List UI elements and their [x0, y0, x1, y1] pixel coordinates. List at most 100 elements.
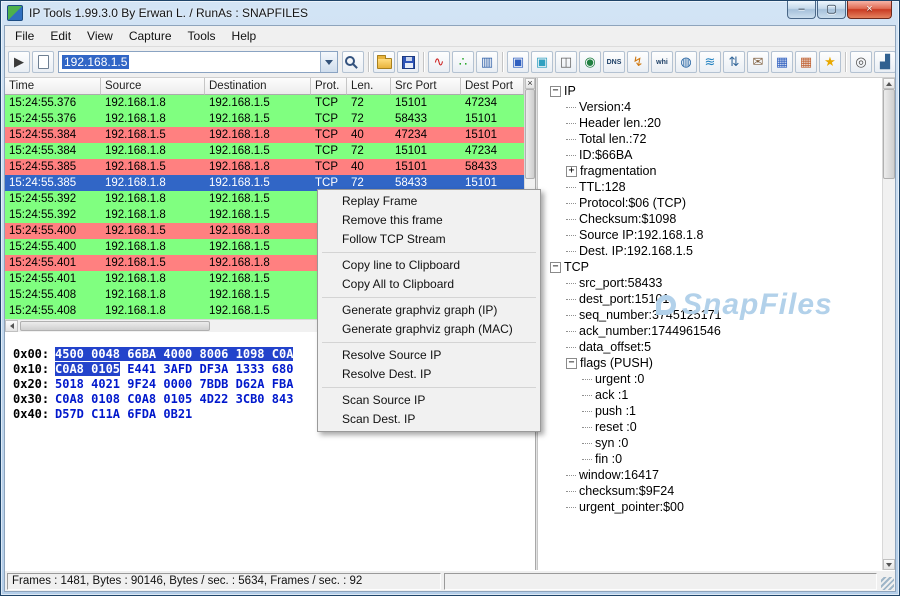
tree-node[interactable]: −IP	[542, 83, 880, 99]
table-blue-button[interactable]: ▦	[771, 51, 793, 73]
flash-button[interactable]: ↯	[627, 51, 649, 73]
column-header-dest-port[interactable]: Dest Port	[461, 78, 524, 95]
maximize-button[interactable]: ▢	[817, 1, 846, 19]
ping-button[interactable]: ≋	[699, 51, 721, 73]
tree-expand-icon[interactable]: +	[566, 166, 577, 177]
tree-node[interactable]: TTL:128	[542, 179, 880, 195]
tree-vscrollbar[interactable]	[882, 78, 895, 570]
tree-vscroll-thumb[interactable]	[883, 89, 895, 179]
column-header-len[interactable]: Len.	[347, 78, 391, 95]
combo-dropdown-button[interactable]	[320, 52, 337, 72]
context-menu-item-scan-dest-ip[interactable]: Scan Dest. IP	[320, 410, 538, 429]
target-address-input[interactable]: 192.168.1.5	[59, 52, 320, 72]
tree-node[interactable]: push :1	[542, 403, 880, 419]
local-host-button[interactable]: ▣	[507, 51, 529, 73]
scatter-chart-button[interactable]: ∴	[452, 51, 474, 73]
tree-node[interactable]: dest_port:15101	[542, 291, 880, 307]
context-menu-item-scan-source-ip[interactable]: Scan Source IP	[320, 391, 538, 410]
table-orange-button[interactable]: ▦	[795, 51, 817, 73]
menu-item-help[interactable]: Help	[224, 27, 265, 45]
web-button[interactable]: ◍	[675, 51, 697, 73]
save-file-button[interactable]	[397, 51, 419, 73]
menu-item-file[interactable]: File	[7, 27, 42, 45]
adapter-button[interactable]: ◫	[555, 51, 577, 73]
tree-node[interactable]: ID:$66BA	[542, 147, 880, 163]
context-menu-item-generate-graphviz-graph-mac[interactable]: Generate graphviz graph (MAC)	[320, 320, 538, 339]
tree-scroll-down-button[interactable]	[883, 559, 895, 570]
tree-node[interactable]: Header len.:20	[542, 115, 880, 131]
tree-node[interactable]: Total len.:72	[542, 131, 880, 147]
tree-node[interactable]: urgent_pointer:$00	[542, 499, 880, 515]
start-capture-button[interactable]: ▶	[8, 51, 30, 73]
favorites-button[interactable]: ★	[819, 51, 841, 73]
table-row[interactable]: 15:24:55.384192.168.1.5192.168.1.8TCP404…	[5, 127, 535, 143]
dns-lookup-button[interactable]: DNS	[603, 51, 625, 73]
statistics-button[interactable]: ▟	[874, 51, 895, 73]
table-row[interactable]: 15:24:55.376192.168.1.8192.168.1.5TCP721…	[5, 95, 535, 111]
menu-item-view[interactable]: View	[79, 27, 121, 45]
tree-node[interactable]: ack_number:1744961546	[542, 323, 880, 339]
tree-node[interactable]: urgent :0	[542, 371, 880, 387]
context-menu-item-generate-graphviz-graph-ip[interactable]: Generate graphviz graph (IP)	[320, 301, 538, 320]
netstat-button[interactable]: ⇅	[723, 51, 745, 73]
tree-node[interactable]: Dest. IP:192.168.1.5	[542, 243, 880, 259]
tree-node[interactable]: src_port:58433	[542, 275, 880, 291]
context-menu-item-follow-tcp-stream[interactable]: Follow TCP Stream	[320, 230, 538, 249]
tree-node[interactable]: −flags (PUSH)	[542, 355, 880, 371]
column-header-src-port[interactable]: Src Port	[391, 78, 461, 95]
target-address-combo[interactable]: 192.168.1.5	[58, 51, 338, 73]
context-menu-item-replay-frame[interactable]: Replay Frame	[320, 192, 538, 211]
minimize-button[interactable]: –	[787, 1, 816, 19]
close-button[interactable]: ×	[847, 1, 892, 19]
find-frame-button[interactable]: ◎	[850, 51, 872, 73]
scroll-left-button[interactable]	[5, 320, 18, 332]
vscroll-thumb[interactable]	[525, 89, 535, 179]
context-menu-item-resolve-dest-ip[interactable]: Resolve Dest. IP	[320, 365, 538, 384]
column-header-time[interactable]: Time	[5, 78, 101, 95]
table-row[interactable]: 15:24:55.385192.168.1.5192.168.1.8TCP401…	[5, 159, 535, 175]
context-menu-item-resolve-source-ip[interactable]: Resolve Source IP	[320, 346, 538, 365]
tree-node[interactable]: reset :0	[542, 419, 880, 435]
tree-node[interactable]: Checksum:$1098	[542, 211, 880, 227]
menu-item-capture[interactable]: Capture	[121, 27, 180, 45]
tree-node[interactable]: checksum:$9F24	[542, 483, 880, 499]
column-header-source[interactable]: Source	[101, 78, 205, 95]
context-menu-item-remove-this-frame[interactable]: Remove this frame	[320, 211, 538, 230]
column-header-prot[interactable]: Prot.	[311, 78, 347, 95]
tree-node[interactable]: fin :0	[542, 451, 880, 467]
table-row[interactable]: 15:24:55.376192.168.1.8192.168.1.5TCP725…	[5, 111, 535, 127]
tree-node[interactable]: syn :0	[542, 435, 880, 451]
hscroll-thumb[interactable]	[20, 321, 210, 331]
tree-node[interactable]: ack :1	[542, 387, 880, 403]
tree-node[interactable]: +fragmentation	[542, 163, 880, 179]
bar-chart-button[interactable]: ▥	[476, 51, 498, 73]
tree-scroll-up-button[interactable]	[883, 78, 895, 89]
column-header-destination[interactable]: Destination	[205, 78, 311, 95]
remote-host-button[interactable]: ▣	[531, 51, 553, 73]
title-bar[interactable]: IP Tools 1.99.3.0 By Erwan L. / RunAs : …	[1, 1, 899, 25]
new-capture-button[interactable]	[32, 51, 54, 73]
mail-button[interactable]: ✉	[747, 51, 769, 73]
menu-item-tools[interactable]: Tools	[180, 27, 224, 45]
whois-button[interactable]: whi	[651, 51, 673, 73]
context-menu-item-copy-all-to-clipboard[interactable]: Copy All to Clipboard	[320, 275, 538, 294]
tree-collapse-icon[interactable]: −	[550, 262, 561, 273]
menu-item-edit[interactable]: Edit	[42, 27, 79, 45]
tree-node[interactable]: −TCP	[542, 259, 880, 275]
tree-node[interactable]: seq_number:3745125171	[542, 307, 880, 323]
open-file-button[interactable]	[373, 51, 395, 73]
tree-node[interactable]: Source IP:192.168.1.8	[542, 227, 880, 243]
search-button[interactable]	[342, 51, 364, 73]
tree-node[interactable]: window:16417	[542, 467, 880, 483]
network-button[interactable]: ◉	[579, 51, 601, 73]
tree-collapse-icon[interactable]: −	[566, 358, 577, 369]
tree-node[interactable]: Version:4	[542, 99, 880, 115]
tree-node[interactable]: Protocol:$06 (TCP)	[542, 195, 880, 211]
tree-collapse-icon[interactable]: −	[550, 86, 561, 97]
table-row[interactable]: 15:24:55.384192.168.1.8192.168.1.5TCP721…	[5, 143, 535, 159]
tree-vscroll-track[interactable]	[883, 89, 895, 559]
resize-grip[interactable]	[881, 577, 894, 590]
scroll-close-button[interactable]: ×	[525, 78, 535, 89]
line-chart-button[interactable]: ∿	[428, 51, 450, 73]
context-menu-item-copy-line-to-clipboard[interactable]: Copy line to Clipboard	[320, 256, 538, 275]
